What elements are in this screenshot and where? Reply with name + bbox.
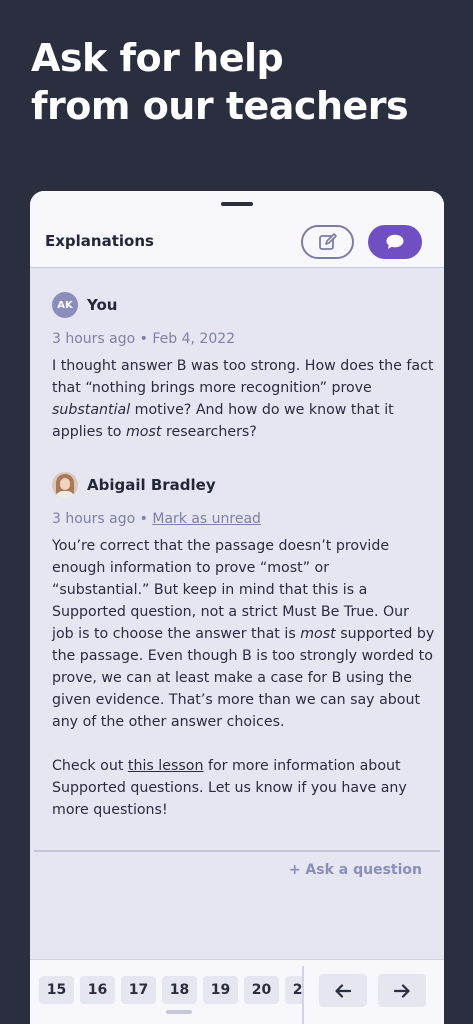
- emphasis: most: [125, 424, 162, 440]
- page-button[interactable]: 21: [285, 976, 302, 1004]
- hero-line-2: from our teachers: [31, 84, 409, 128]
- body-line: substantial motive? And how do we know t…: [52, 399, 427, 421]
- emphasis: most: [300, 626, 336, 642]
- body-line: applies to most researchers?: [52, 421, 427, 443]
- body-line: enough information to prove “most” or: [52, 560, 330, 576]
- avatar: [52, 472, 78, 498]
- body-line: Supported question, not a strict Must Be…: [52, 604, 410, 620]
- message-meta: 3 hours ago • Mark as unread: [52, 511, 427, 527]
- page-list[interactable]: 15 16 17 18 19 20 21: [30, 960, 302, 1024]
- message-date: Feb 4, 2022: [152, 331, 236, 347]
- page-button[interactable]: 17: [121, 976, 156, 1004]
- header-title: Explanations: [45, 232, 154, 250]
- drag-handle[interactable]: [221, 202, 253, 206]
- body-line: Check out this lesson for more informati…: [52, 755, 427, 777]
- timestamp: 3 hours ago: [52, 331, 136, 347]
- body-line: job is to choose the answer that is most…: [52, 623, 434, 645]
- body-line: any of the other answer choices.: [52, 714, 285, 730]
- page-button[interactable]: 18: [162, 976, 197, 1004]
- body-line: Supported questions. Let us know if you …: [52, 780, 407, 796]
- next-button[interactable]: [378, 974, 426, 1007]
- body-text-span: researchers?: [161, 424, 257, 440]
- page-button[interactable]: 15: [39, 976, 74, 1004]
- message-body: You’re correct that the passage doesn’t …: [52, 535, 434, 821]
- avatar: AK: [52, 292, 78, 318]
- meta-separator: •: [139, 331, 148, 347]
- lesson-link[interactable]: this lesson: [128, 758, 204, 774]
- plus-icon: +: [288, 862, 301, 878]
- page-button[interactable]: 20: [244, 976, 279, 1004]
- page-button[interactable]: 16: [80, 976, 115, 1004]
- author-name: You: [87, 296, 118, 314]
- timestamp: 3 hours ago: [52, 511, 136, 527]
- previous-button[interactable]: [319, 974, 367, 1007]
- body-line: the passage. Even though B is too strong…: [52, 648, 433, 664]
- body-text-span: applies to: [52, 424, 126, 440]
- edit-button[interactable]: [301, 225, 354, 259]
- ask-question-label: Ask a question: [305, 862, 422, 878]
- question-navigation: 15 16 17 18 19 20 21: [30, 959, 444, 1024]
- arrow-left-icon: [335, 983, 351, 998]
- body-line: I thought answer B was too strong. How d…: [52, 358, 434, 374]
- explanations-card: Explanations AK You 3 hours ago • Feb 4,…: [30, 191, 444, 1024]
- divider: [302, 966, 304, 1024]
- body-text-span: motive? And how do we know that it: [130, 402, 394, 418]
- body-line: more questions!: [52, 802, 168, 818]
- message-you: AK You 3 hours ago • Feb 4, 2022 I thoug…: [52, 292, 434, 443]
- body-line: “substantial.” But keep in mind that thi…: [52, 582, 368, 598]
- body-line: prove, we can at least make a case for B…: [52, 670, 412, 686]
- card-header: Explanations: [30, 191, 444, 268]
- message-teacher: Abigail Bradley 3 hours ago • Mark as un…: [52, 472, 434, 821]
- divider: [34, 850, 440, 852]
- page-button[interactable]: 19: [203, 976, 238, 1004]
- arrow-right-icon: [394, 983, 410, 998]
- message-body: I thought answer B was too strong. How d…: [52, 355, 434, 443]
- body-line: You’re correct that the passage doesn’t …: [52, 538, 390, 554]
- body-text-span: job is to choose the answer that is: [52, 626, 301, 642]
- pencil-square-icon: [318, 233, 337, 250]
- emphasis: substantial: [52, 402, 131, 418]
- hero-line-1: Ask for help: [31, 36, 284, 80]
- scroll-indicator: [166, 1010, 192, 1014]
- body-line: that “nothing brings more recognition” p…: [52, 380, 372, 396]
- speech-bubble-icon: [386, 234, 404, 249]
- message-meta: 3 hours ago • Feb 4, 2022: [52, 331, 427, 347]
- comments-button[interactable]: [368, 225, 422, 259]
- body-line: given evidence. That’s more than we can …: [52, 692, 421, 708]
- body-text-span: supported by: [335, 626, 435, 642]
- hero-heading: Ask for help from our teachers: [31, 34, 451, 130]
- ask-question-button[interactable]: + Ask a question: [289, 862, 422, 878]
- meta-separator: •: [139, 511, 148, 527]
- author-name: Abigail Bradley: [87, 476, 216, 494]
- mark-as-unread-link[interactable]: Mark as unread: [152, 511, 261, 527]
- body-text-span: for more information about: [203, 758, 401, 774]
- body-text-span: Check out: [52, 758, 128, 774]
